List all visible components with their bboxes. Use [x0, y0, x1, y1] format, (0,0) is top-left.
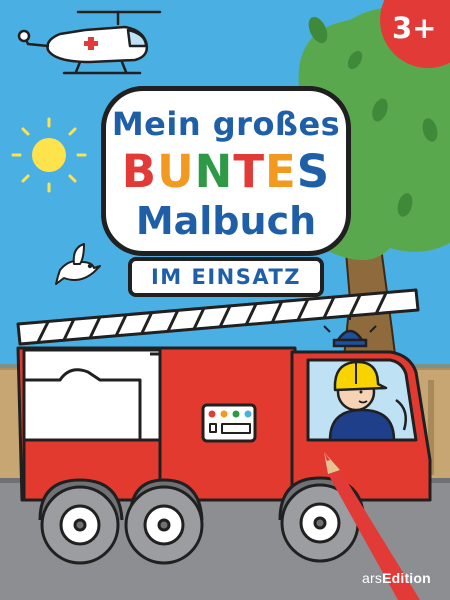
title-letter: E — [265, 145, 297, 198]
age-badge-label: 3+ — [392, 11, 437, 45]
title-letter: S — [296, 145, 331, 198]
publisher-logo: arsEdition — [362, 570, 431, 586]
title-letter: B — [121, 145, 158, 198]
publisher-prefix: ars — [362, 570, 383, 586]
title-letter: T — [233, 145, 266, 198]
subtitle-text: IM EINSATZ — [150, 265, 302, 289]
book-cover: 3+ Mein großes BUNTES Malbuch IM EINSATZ… — [0, 0, 450, 600]
title-card: Mein großes BUNTES Malbuch — [101, 86, 351, 256]
title-letter: U — [157, 145, 195, 198]
title-line-3: Malbuch — [135, 199, 317, 243]
title-line-1: Mein großes — [111, 105, 341, 143]
title-letter: N — [194, 145, 234, 198]
publisher-name: Edition — [382, 570, 431, 586]
title-line-2: BUNTES — [106, 145, 346, 198]
subtitle-banner: IM EINSATZ — [128, 257, 324, 297]
